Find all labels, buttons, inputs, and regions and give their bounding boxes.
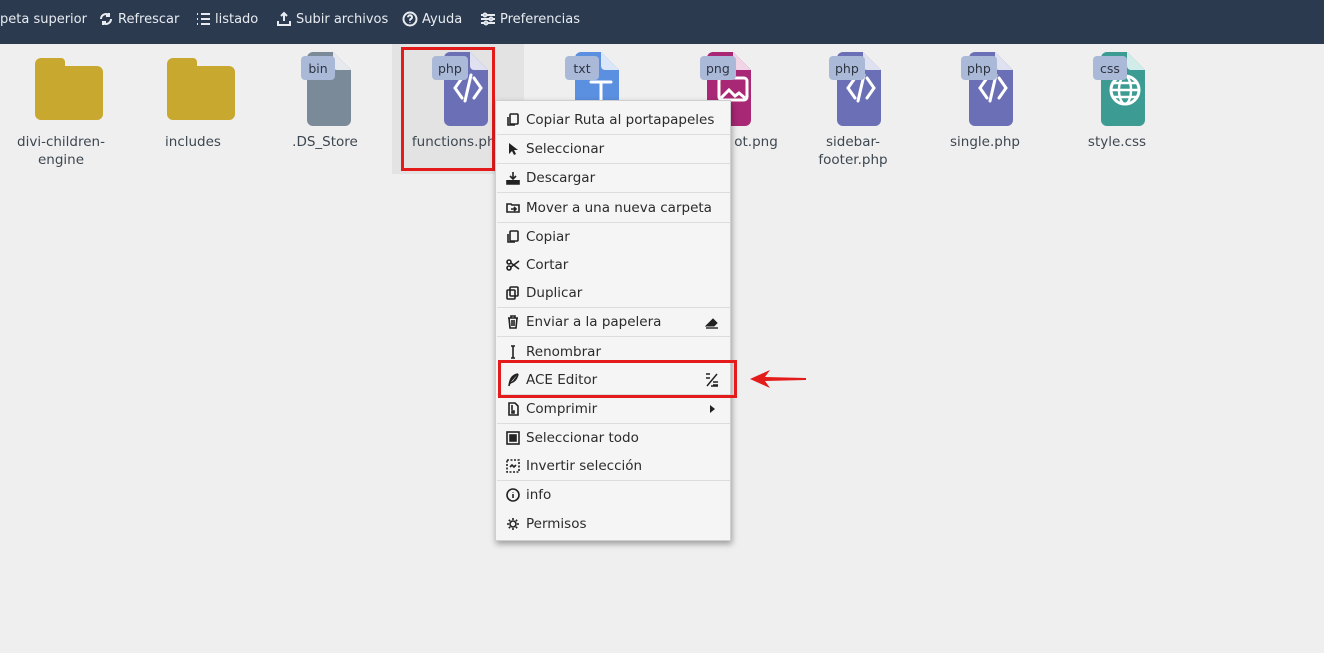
scissors-icon xyxy=(505,257,521,273)
list-icon xyxy=(197,13,210,25)
extension-badge: txt xyxy=(565,56,599,80)
menu-item-invert-selection[interactable]: Invertir selección xyxy=(496,452,730,480)
menu-item-label: Invertir selección xyxy=(526,458,643,474)
copy-icon xyxy=(505,112,521,128)
help-label: Ayuda xyxy=(422,11,463,27)
menu-item-label: Enviar a la papelera xyxy=(526,314,662,330)
folder-item[interactable]: divi-children-engine xyxy=(0,44,127,174)
help-icon xyxy=(402,11,418,27)
help-button[interactable]: Ayuda xyxy=(402,0,462,38)
file-item[interactable]: css style.css xyxy=(1051,44,1183,174)
file-name: sidebar-footer.php xyxy=(818,134,888,168)
folder-icon xyxy=(167,58,235,120)
select-all-icon xyxy=(505,430,521,446)
list-view-button[interactable]: listado xyxy=(195,0,258,38)
menu-item-download[interactable]: Descargar xyxy=(496,164,730,192)
menu-item-label: Copiar xyxy=(526,229,570,245)
preferences-label: Preferencias xyxy=(500,11,581,27)
extension-badge: php xyxy=(432,56,468,80)
menu-item-cut[interactable]: Cortar xyxy=(496,251,730,279)
menu-item-compress[interactable]: Comprimir xyxy=(496,395,730,423)
duplicate-icon xyxy=(505,285,521,301)
menu-item-label: Descargar xyxy=(526,170,596,186)
list-view-label: listado xyxy=(215,11,259,27)
menu-item-label: Permisos xyxy=(526,516,587,532)
file-name: divi-children-engine xyxy=(17,134,105,168)
toolbar: peta superior Refrescar listado Subir ar… xyxy=(0,0,1324,44)
file-name: single.php xyxy=(950,134,1020,150)
text-cursor-icon xyxy=(505,344,521,360)
extension-badge: php xyxy=(829,56,865,80)
menu-item-label: Copiar Ruta al portapapeles xyxy=(526,112,715,128)
menu-item-trash[interactable]: Enviar a la papelera xyxy=(496,308,730,336)
context-menu: Copiar Ruta al portapapeles Seleccionar … xyxy=(495,100,731,541)
menu-item-label: Renombrar xyxy=(526,344,601,360)
download-icon xyxy=(505,170,521,186)
menu-item-label: info xyxy=(526,487,552,503)
sliders-icon xyxy=(481,12,495,26)
trash-icon xyxy=(505,314,521,330)
quill-icon xyxy=(505,372,521,388)
menu-item-label: Mover a una nueva carpeta xyxy=(526,200,712,216)
menu-item-rename[interactable]: Renombrar xyxy=(496,338,730,366)
menu-item-select[interactable]: Seleccionar xyxy=(496,135,730,163)
preferences-button[interactable]: Preferencias xyxy=(480,0,580,38)
submenu-arrow-icon xyxy=(704,401,720,417)
menu-item-label: Comprimir xyxy=(526,401,598,417)
extension-badge: bin xyxy=(301,56,335,80)
code-edit-icon xyxy=(704,372,720,388)
folder-item[interactable]: includes xyxy=(127,44,259,174)
file-name: style.css xyxy=(1087,134,1147,150)
extension-badge: png xyxy=(700,56,736,80)
file-name: .DS_Store xyxy=(292,134,358,150)
menu-item-label: Cortar xyxy=(526,257,569,273)
menu-item-label: Seleccionar todo xyxy=(526,430,639,446)
menu-item-info[interactable]: info xyxy=(496,481,730,509)
menu-item-permissions[interactable]: Permisos xyxy=(496,510,730,538)
menu-item-select-all[interactable]: Seleccionar todo xyxy=(496,424,730,452)
file-item[interactable]: bin .DS_Store xyxy=(259,44,391,174)
cursor-icon xyxy=(505,141,521,157)
parent-folder-button[interactable]: peta superior xyxy=(0,0,87,38)
refresh-button[interactable]: Refrescar xyxy=(98,0,179,38)
file-item[interactable]: php single.php xyxy=(919,44,1051,174)
file-name: includes xyxy=(165,134,221,150)
menu-item-label: Seleccionar xyxy=(526,141,605,157)
extension-badge: php xyxy=(961,56,997,80)
extension-badge: css xyxy=(1093,56,1127,80)
copy-icon xyxy=(505,229,521,245)
menu-divider xyxy=(497,336,730,337)
parent-folder-label: peta superior xyxy=(0,11,87,27)
menu-item-copy[interactable]: Copiar xyxy=(496,223,730,251)
info-icon xyxy=(505,487,521,503)
menu-item-copy-path[interactable]: Copiar Ruta al portapapeles xyxy=(496,106,730,134)
menu-item-label: Duplicar xyxy=(526,285,583,301)
menu-item-label: ACE Editor xyxy=(526,372,598,388)
refresh-icon xyxy=(100,13,112,25)
refresh-label: Refrescar xyxy=(118,11,180,27)
menu-divider xyxy=(497,192,730,193)
menu-item-move-to-folder[interactable]: Mover a una nueva carpeta xyxy=(496,194,730,222)
menu-item-duplicate[interactable]: Duplicar xyxy=(496,279,730,307)
pointer-arrow-icon xyxy=(750,370,806,388)
upload-label: Subir archivos xyxy=(296,11,389,27)
upload-button[interactable]: Subir archivos xyxy=(276,0,388,38)
file-item[interactable]: php sidebar-footer.php xyxy=(787,44,919,174)
menu-item-ace-editor[interactable]: ACE Editor xyxy=(496,366,730,394)
invert-selection-icon xyxy=(505,458,521,474)
eraser-icon xyxy=(704,314,720,330)
archive-icon xyxy=(505,401,521,417)
folder-icon xyxy=(35,58,103,120)
gear-icon xyxy=(505,516,521,532)
upload-icon xyxy=(277,11,291,26)
move-folder-icon xyxy=(505,200,521,216)
